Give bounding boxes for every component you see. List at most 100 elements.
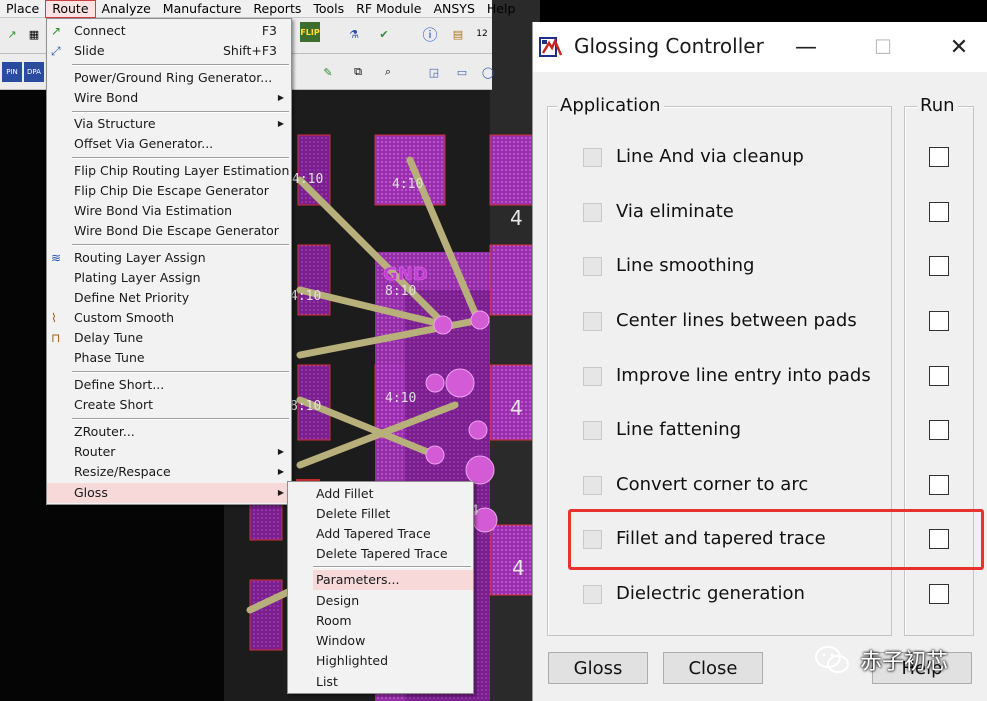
row-label-dielectric-generation: Dielectric generation: [616, 583, 805, 604]
menu-item-wire-bond-via-est[interactable]: Wire Bond Via Estimation: [47, 201, 291, 221]
menu-item-delay-tune[interactable]: ⊓ Delay Tune: [47, 328, 291, 348]
app-checkbox-via-eliminate[interactable]: [583, 203, 602, 222]
menu-item-delete-fillet[interactable]: Delete Fillet: [288, 504, 473, 524]
menu-help[interactable]: Help: [481, 0, 522, 18]
grid-tool-icon[interactable]: ▦: [24, 24, 44, 44]
shape-circle-icon[interactable]: ◯: [478, 62, 498, 82]
menu-item-flip-chip-layer-est[interactable]: Flip Chip Routing Layer Estimation: [47, 161, 291, 181]
search-tool-icon[interactable]: ⌕: [378, 62, 398, 82]
menu-item-window[interactable]: Window: [288, 631, 473, 651]
run-checkbox-convert-corner-arc[interactable]: [929, 475, 949, 495]
run-checkbox-line-fattening[interactable]: [929, 420, 949, 440]
run-group-label: Run: [917, 95, 958, 116]
edit-form-icon[interactable]: ✎: [318, 62, 338, 82]
dialog-titlebar[interactable]: Glossing Controller — ☐ ✕: [533, 22, 987, 72]
menu-tools[interactable]: Tools: [307, 0, 350, 18]
menu-item-plating-layer-assign[interactable]: Plating Layer Assign: [47, 268, 291, 288]
menu-separator: [313, 566, 471, 568]
app-checkbox-improve-line-entry[interactable]: [583, 367, 602, 386]
menu-item-slide[interactable]: ⤢ Slide Shift+F3: [47, 41, 291, 61]
menu-manufacture[interactable]: Manufacture: [157, 0, 248, 18]
route-tool-icon[interactable]: ↗: [2, 24, 22, 44]
menu-item-define-short[interactable]: Define Short...: [47, 375, 291, 395]
menu-item-power-ground-ring[interactable]: Power/Ground Ring Generator...: [47, 68, 291, 88]
side-label: 4: [510, 206, 523, 230]
dialog-title: Glossing Controller: [574, 34, 764, 58]
run-checkbox-dielectric-generation[interactable]: [929, 584, 949, 604]
run-checkbox-via-eliminate[interactable]: [929, 202, 949, 222]
submenu-arrow-icon: ▶: [277, 488, 284, 497]
menu-item-custom-smooth[interactable]: ⌇ Custom Smooth: [47, 308, 291, 328]
close-window-button[interactable]: ✕: [944, 32, 974, 62]
row-label-via-eliminate: Via eliminate: [616, 201, 734, 222]
pad-label: 4:10: [392, 177, 423, 192]
menu-item-offset-via[interactable]: Offset Via Generator...: [47, 134, 291, 154]
menu-item-phase-tune[interactable]: Phase Tune: [47, 348, 291, 368]
menu-analyze[interactable]: Analyze: [96, 0, 157, 18]
pin-icon[interactable]: PIN: [2, 62, 22, 82]
app-checkbox-dielectric-generation[interactable]: [583, 585, 602, 604]
flip-icon[interactable]: FLIP: [300, 22, 320, 42]
menu-item-list[interactable]: List: [288, 672, 473, 692]
menu-item-routing-layer-assign[interactable]: ≋ Routing Layer Assign: [47, 248, 291, 268]
report-icon[interactable]: ▤: [448, 24, 468, 44]
menu-item-via-structure[interactable]: Via Structure ▶: [47, 114, 291, 134]
smooth-icon: ⌇: [51, 311, 57, 325]
application-group-label: Application: [557, 95, 664, 116]
row-label-line-via-cleanup: Line And via cleanup: [616, 146, 804, 167]
copy-icon[interactable]: ⧉: [348, 62, 368, 82]
menu-item-create-short[interactable]: Create Short: [47, 395, 291, 415]
counter-icon[interactable]: 12: [472, 24, 492, 44]
menu-item-connect[interactable]: ↗ Connect F3: [47, 21, 291, 41]
maximize-button[interactable]: ☐: [868, 32, 898, 62]
app-checkbox-line-smoothing[interactable]: [583, 257, 602, 276]
menu-item-wire-bond[interactable]: Wire Bond ▶: [47, 88, 291, 108]
menu-item-resize-respace[interactable]: Resize/Respace ▶: [47, 462, 291, 482]
menu-route[interactable]: Route: [45, 0, 96, 18]
menu-ansys[interactable]: ANSYS: [427, 0, 480, 18]
minimize-button[interactable]: —: [791, 32, 821, 62]
app-checkbox-convert-corner-arc[interactable]: [583, 476, 602, 495]
probe-icon[interactable]: ⚗: [344, 24, 364, 44]
menu-item-add-tapered-trace[interactable]: Add Tapered Trace: [288, 524, 473, 544]
layer-assign-icon: ≋: [51, 251, 62, 265]
menu-item-add-fillet[interactable]: Add Fillet: [288, 484, 473, 504]
check-tool-icon[interactable]: ✔: [374, 24, 394, 44]
pad-label: 4:10: [385, 391, 416, 406]
run-checkbox-center-lines[interactable]: [929, 311, 949, 331]
menu-item-define-net-priority[interactable]: Define Net Priority: [47, 288, 291, 308]
run-checkbox-line-via-cleanup[interactable]: [929, 147, 949, 167]
menu-separator: [72, 244, 289, 246]
menu-item-router[interactable]: Router ▶: [47, 442, 291, 462]
slide-icon: ⤢: [51, 44, 61, 58]
menu-item-design[interactable]: Design: [288, 591, 473, 611]
row-label-line-fattening: Line fattening: [616, 419, 742, 440]
gloss-button[interactable]: Gloss: [548, 652, 648, 684]
menu-item-parameters[interactable]: Parameters...: [313, 570, 473, 590]
menu-item-highlighted[interactable]: Highlighted: [288, 651, 473, 671]
menu-item-zrouter[interactable]: ZRouter...: [47, 422, 291, 442]
menu-place[interactable]: Place: [0, 0, 45, 18]
menu-item-flip-chip-escape[interactable]: Flip Chip Die Escape Generator: [47, 181, 291, 201]
menu-item-room[interactable]: Room: [288, 611, 473, 631]
app-checkbox-line-fattening[interactable]: [583, 421, 602, 440]
row-label-center-lines: Center lines between pads: [616, 310, 857, 331]
info-icon[interactable]: ⓘ: [420, 24, 440, 44]
net-label-gnd: GND: [383, 264, 428, 285]
shape-rect-icon[interactable]: ▭: [452, 62, 472, 82]
side-label: 4: [512, 556, 525, 580]
screen-root: 4:10 8:10 4:10 4:10 4:10 8:10 GND 4 4 4 …: [0, 0, 987, 701]
connect-icon: ↗: [51, 24, 62, 38]
run-checkbox-improve-line-entry[interactable]: [929, 366, 949, 386]
menu-item-gloss[interactable]: Gloss ▶: [47, 483, 291, 503]
menu-item-delete-tapered-trace[interactable]: Delete Tapered Trace: [288, 544, 473, 564]
menu-item-wire-bond-escape[interactable]: Wire Bond Die Escape Generator: [47, 221, 291, 241]
shape-corner-icon[interactable]: ◲: [424, 62, 444, 82]
app-checkbox-line-via-cleanup[interactable]: [583, 148, 602, 167]
app-checkbox-center-lines[interactable]: [583, 312, 602, 331]
run-checkbox-line-smoothing[interactable]: [929, 256, 949, 276]
menu-reports[interactable]: Reports: [247, 0, 307, 18]
menu-rf-module[interactable]: RF Module: [350, 0, 427, 18]
close-button[interactable]: Close: [663, 652, 763, 684]
dpa-icon[interactable]: DPA: [24, 62, 44, 82]
